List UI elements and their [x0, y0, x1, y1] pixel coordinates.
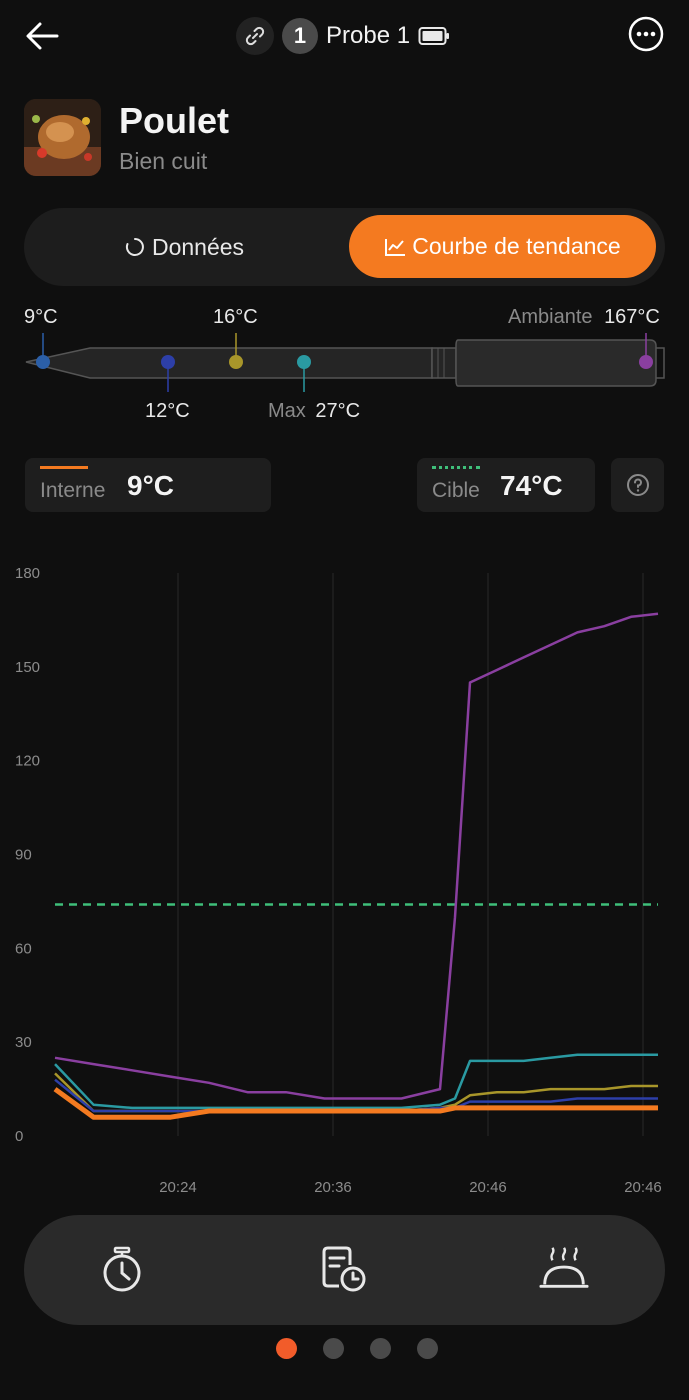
series-line-ambient: [54, 612, 659, 1100]
sensor-tip-label: 9°C: [24, 306, 58, 328]
page-dot[interactable]: [275, 1338, 297, 1359]
sensor-tip-dot: [36, 355, 50, 369]
tab-data[interactable]: Données: [24, 208, 344, 286]
y-tick-label: 60: [15, 940, 32, 957]
link-icon[interactable]: [236, 17, 274, 55]
y-tick-label: 30: [15, 1034, 32, 1051]
probe-header: 1 Probe 1: [236, 14, 450, 58]
food-doneness: Bien cuit: [119, 148, 208, 174]
help-icon: [626, 474, 649, 496]
series-line-internal: [53, 1087, 658, 1120]
view-switcher: Données Courbe de tendance: [24, 208, 665, 286]
sensor-max-label: Max 27°C: [268, 400, 360, 423]
page-indicator: [0, 1338, 689, 1362]
temperature-trend-chart: 0 30 60 90 120 150 180 20:24 20:36 20:46 20:46: [15, 565, 662, 1196]
sensor-ambient-dot: [639, 355, 653, 369]
help-button[interactable]: [611, 458, 664, 512]
cooking-button[interactable]: [538, 1243, 590, 1295]
loading-icon: [125, 238, 144, 256]
x-tick-label: 20:46: [624, 1179, 662, 1196]
y-tick-label: 90: [15, 847, 32, 864]
y-tick-label: 180: [15, 565, 40, 582]
history-button[interactable]: [318, 1243, 370, 1295]
history-icon: [322, 1246, 366, 1292]
sensor-ambient-label: Ambiante 167°C: [508, 306, 660, 329]
page-dot[interactable]: [416, 1338, 438, 1359]
timer-icon: [103, 1246, 141, 1292]
max-caption: Max: [268, 400, 306, 422]
sensor-3-dot: [229, 355, 243, 369]
more-options-button[interactable]: [626, 14, 666, 54]
bottom-toolbar: [24, 1215, 665, 1325]
page-dot[interactable]: [369, 1338, 391, 1359]
sensor-max-dot: [297, 355, 311, 369]
tab-trend[interactable]: Courbe de tendance: [349, 215, 656, 278]
y-tick-label: 120: [15, 753, 40, 770]
more-icon: [628, 16, 664, 52]
target-value: 74°C: [500, 470, 563, 501]
food-name: Poulet: [119, 100, 230, 141]
target-legend-line: [432, 466, 480, 469]
tab-trend-label: Courbe de tendance: [412, 233, 621, 259]
target-label: Cible: [432, 479, 480, 502]
series-line-sensor3: [54, 1072, 658, 1113]
back-arrow-icon: [26, 22, 59, 50]
timer-button[interactable]: [96, 1243, 148, 1295]
page-dot[interactable]: [322, 1338, 344, 1359]
sensor-2-dot: [161, 355, 175, 369]
max-value: 27°C: [315, 400, 361, 422]
probe-name: Probe 1: [326, 22, 411, 49]
y-tick-label: 0: [15, 1128, 23, 1145]
internal-temp-chip: Interne 9°C: [25, 458, 271, 512]
internal-label: Interne: [40, 479, 106, 502]
x-tick-label: 20:46: [469, 1179, 507, 1196]
y-tick-label: 150: [15, 659, 40, 676]
trend-chart-icon: [385, 238, 406, 256]
target-temp-chip[interactable]: Cible 74°C: [417, 458, 595, 512]
ambient-value: 167°C: [604, 306, 660, 328]
sensor-3-label: 16°C: [213, 306, 258, 328]
internal-value: 9°C: [127, 470, 174, 501]
internal-legend-line: [40, 466, 88, 469]
x-tick-label: 20:24: [159, 1179, 197, 1196]
food-image: [24, 99, 101, 176]
battery-icon: [418, 27, 450, 45]
back-button[interactable]: [22, 16, 62, 56]
probe-number-badge: 1: [282, 18, 318, 54]
x-tick-label: 20:36: [314, 1179, 352, 1196]
ambient-caption: Ambiante: [508, 306, 593, 328]
sensor-2-label: 12°C: [145, 400, 190, 422]
tab-data-label: Données: [151, 233, 245, 260]
cooking-icon: [539, 1247, 589, 1288]
